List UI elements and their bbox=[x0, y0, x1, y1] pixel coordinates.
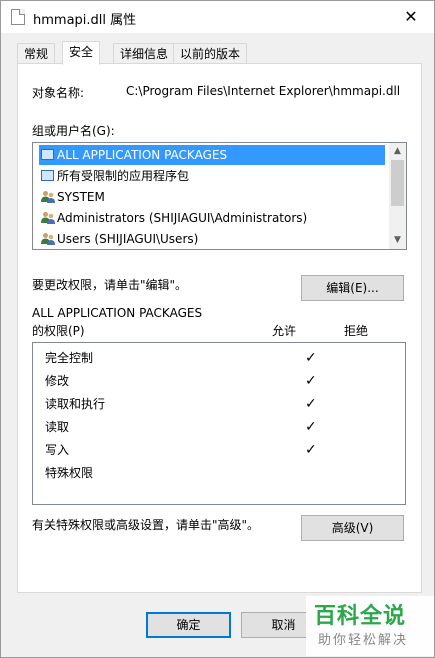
package-icon bbox=[41, 149, 54, 160]
permissions-label: 的权限(P) bbox=[32, 324, 85, 338]
edit-button[interactable]: 编辑(E)... bbox=[301, 275, 404, 301]
users-icon bbox=[41, 233, 55, 245]
check-icon bbox=[305, 463, 319, 483]
check-icon: ✓ bbox=[305, 442, 317, 458]
scroll-thumb[interactable] bbox=[391, 160, 404, 206]
security-panel: 对象名称: C:\Program Files\Internet Explorer… bbox=[17, 63, 422, 593]
deny-column-header: 拒绝 bbox=[344, 324, 369, 338]
check-icon: ✓ bbox=[305, 373, 317, 389]
advanced-hint: 有关特殊权限或高级设置，请单击"高级"。 bbox=[32, 518, 260, 532]
tab-strip: 常规 安全 详细信息 以前的版本 bbox=[17, 41, 427, 65]
package-icon bbox=[41, 170, 54, 181]
table-row: 读取和执行 ✓ bbox=[45, 394, 317, 414]
permission-subject: ALL APPLICATION PACKAGES bbox=[32, 306, 203, 320]
check-icon: ✓ bbox=[305, 396, 317, 412]
ok-button[interactable]: 确定 bbox=[146, 612, 231, 638]
file-icon bbox=[11, 9, 25, 25]
users-icon bbox=[41, 191, 55, 203]
advanced-button[interactable]: 高级(V) bbox=[301, 515, 404, 541]
table-row: 特殊权限 bbox=[45, 463, 93, 483]
groups-listbox[interactable]: ALL APPLICATION PACKAGES 所有受限制的应用程序包 SYS… bbox=[32, 142, 407, 250]
properties-window: hmmapi.dll 属性 ✕ 常规 安全 详细信息 以前的版本 对象名称: C… bbox=[0, 0, 435, 658]
change-permissions-hint: 要更改权限，请单击"编辑"。 bbox=[32, 278, 188, 292]
close-icon[interactable]: ✕ bbox=[388, 1, 434, 33]
table-row: 读取 ✓ bbox=[45, 417, 317, 437]
users-icon bbox=[41, 212, 55, 224]
list-item[interactable]: SYSTEM bbox=[39, 187, 385, 207]
tab-details[interactable]: 详细信息 bbox=[113, 43, 176, 64]
tab-security[interactable]: 安全 bbox=[62, 41, 101, 65]
table-row: 完全控制 ✓ bbox=[45, 348, 317, 368]
title-bar: hmmapi.dll 属性 ✕ bbox=[1, 1, 434, 33]
tab-general[interactable]: 常规 bbox=[17, 43, 56, 64]
scroll-up-icon[interactable]: ▲ bbox=[389, 143, 406, 160]
table-row: 修改 ✓ bbox=[45, 371, 317, 391]
permissions-list: 完全控制 ✓ 修改 ✓ 读取和执行 ✓ 读取 ✓ 写入 ✓ 特殊权限 bbox=[32, 342, 406, 505]
object-name-label: 对象名称: bbox=[32, 86, 85, 100]
table-row: 写入 ✓ bbox=[45, 440, 317, 460]
groups-label: 组或用户名(G): bbox=[32, 124, 115, 138]
window-title: hmmapi.dll 属性 bbox=[33, 13, 137, 28]
list-item[interactable]: Users (SHIJIAGUI\Users) bbox=[39, 229, 385, 249]
watermark: 百科全说 助你轻松解决 bbox=[306, 596, 434, 656]
watermark-title: 百科全说 bbox=[314, 604, 407, 629]
object-name-value: C:\Program Files\Internet Explorer\hmmap… bbox=[126, 84, 401, 98]
list-item[interactable]: Administrators (SHIJIAGUI\Administrators… bbox=[39, 208, 385, 228]
tab-previous-versions[interactable]: 以前的版本 bbox=[173, 43, 248, 64]
list-item[interactable]: ALL APPLICATION PACKAGES bbox=[39, 145, 385, 165]
scroll-down-icon[interactable]: ▼ bbox=[389, 232, 406, 249]
allow-column-header: 允许 bbox=[272, 324, 297, 338]
groups-scrollbar[interactable]: ▲ ▼ bbox=[389, 143, 406, 249]
list-item[interactable]: 所有受限制的应用程序包 bbox=[39, 166, 385, 186]
check-icon: ✓ bbox=[305, 419, 317, 435]
check-icon: ✓ bbox=[305, 350, 317, 366]
watermark-subtitle: 助你轻松解决 bbox=[318, 633, 409, 648]
